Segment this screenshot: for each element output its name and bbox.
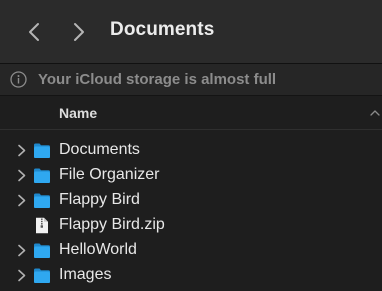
banner-text: Your iCloud storage is almost full [38,71,277,88]
toolbar: Documents [0,0,382,64]
zip-file-icon [36,217,48,234]
finder-window: Documents Your iCloud storage is almost … [0,0,382,291]
file-name: Images [59,266,112,283]
disclosure-triangle-icon[interactable] [16,194,28,207]
forward-button[interactable] [67,18,91,46]
file-name: Flappy Bird.zip [59,216,165,233]
list-item[interactable]: Flappy Bird [0,188,382,213]
folder-icon [34,143,50,158]
info-icon [10,71,27,88]
list-item[interactable]: Images [0,263,382,288]
window-title: Documents [110,19,215,40]
file-list: Documents File Organizer Flappy Bird Flappy… [0,138,382,288]
back-button[interactable] [22,18,46,46]
sort-ascending-icon[interactable] [370,110,380,116]
folder-icon [34,268,50,283]
disclosure-triangle-icon[interactable] [16,244,28,257]
file-name: File Organizer [59,166,160,183]
folder-icon [34,193,50,208]
icloud-storage-banner[interactable]: Your iCloud storage is almost full [0,64,382,96]
list-item[interactable]: Flappy Bird.zip [0,213,382,238]
file-name: HelloWorld [59,241,137,258]
chevron-right-icon [74,23,84,41]
file-name: Documents [59,141,140,158]
disclosure-triangle-icon[interactable] [16,144,28,157]
name-column-header[interactable]: Name [59,105,97,121]
folder-icon [34,168,50,183]
disclosure-triangle-icon[interactable] [16,169,28,182]
list-item[interactable]: HelloWorld [0,238,382,263]
list-item[interactable]: File Organizer [0,163,382,188]
file-name: Flappy Bird [59,191,140,208]
column-header: Name [0,96,382,130]
folder-icon [34,243,50,258]
disclosure-triangle-icon[interactable] [16,269,28,282]
chevron-left-icon [29,23,39,41]
list-item[interactable]: Documents [0,138,382,163]
